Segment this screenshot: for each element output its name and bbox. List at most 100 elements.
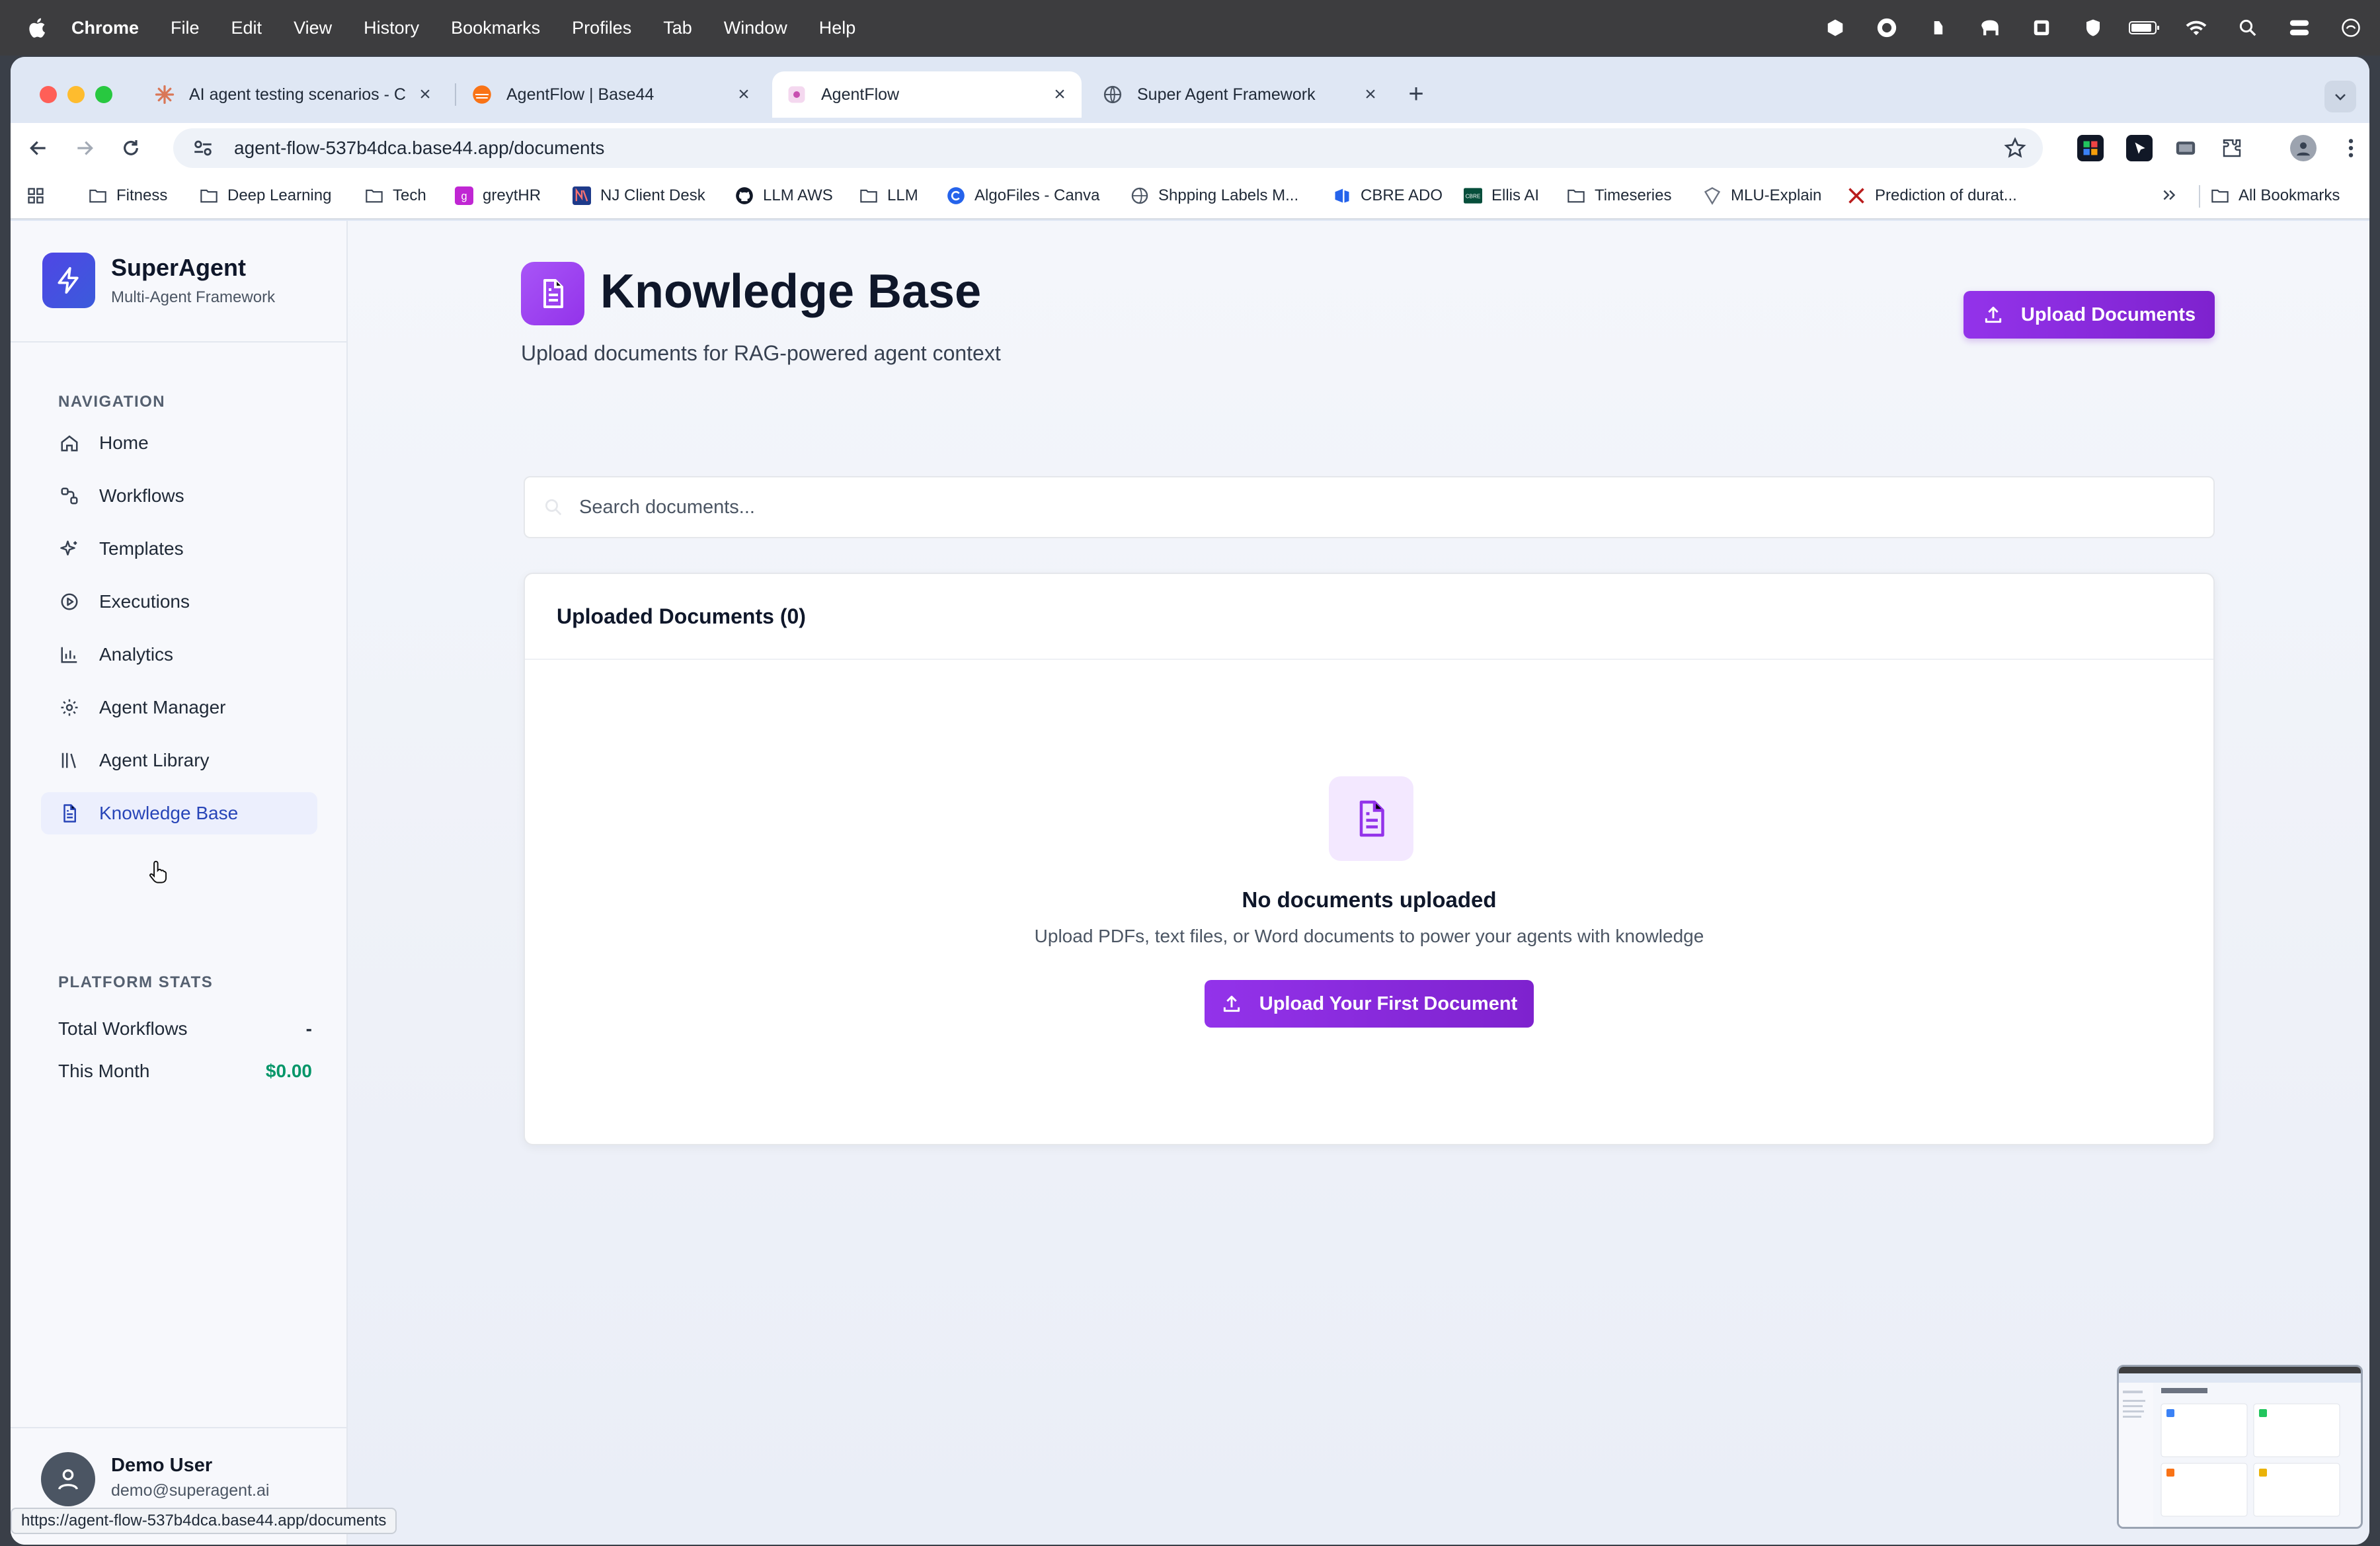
main-content: Knowledge Base Upload documents for RAG-… (348, 221, 2369, 1545)
reload-button[interactable] (116, 134, 145, 163)
svg-text:g: g (461, 190, 467, 202)
sidebar-item-templates[interactable]: Templates (41, 528, 317, 570)
sidebar-item-executions[interactable]: Executions (41, 581, 317, 623)
bookmark-prediction[interactable]: Prediction of durat... (1847, 186, 2017, 205)
sidebar-item-agent-library[interactable]: Agent Library (41, 739, 317, 782)
bookmark-cbre-ado[interactable]: CBRE ADO (1333, 186, 1443, 205)
bookmark-timeseries[interactable]: Timeseries (1567, 186, 1671, 205)
bookmark-label: Tech (393, 186, 426, 204)
menu-help[interactable]: Help (819, 18, 856, 38)
bookmark-llm-aws[interactable]: LLM AWS (735, 186, 833, 205)
office-icon[interactable] (2026, 12, 2057, 44)
azure-devops-icon (1333, 186, 1351, 205)
menu-view[interactable]: View (294, 18, 332, 38)
shield-icon[interactable] (2077, 12, 2109, 44)
extensions-puzzle-icon[interactable] (2219, 135, 2245, 161)
bookmark-algofiles-canva[interactable]: AlgoFiles - Canva (947, 186, 1099, 205)
close-window-button[interactable] (40, 86, 57, 103)
siri-icon[interactable] (2335, 12, 2367, 44)
site-settings-icon[interactable] (192, 137, 214, 159)
card-header: Uploaded Documents (0) (525, 574, 2213, 660)
apps-grid-icon[interactable] (26, 186, 45, 205)
profile-avatar[interactable] (2290, 135, 2317, 161)
svg-text:CBRE: CBRE (1466, 194, 1481, 200)
globe-icon (1103, 85, 1122, 104)
accessibility-icon[interactable] (1923, 12, 1954, 44)
bookmark-ellis-ai[interactable]: CBRE Ellis AI (1464, 186, 1539, 205)
menu-bookmarks[interactable]: Bookmarks (451, 18, 540, 38)
upload-first-document-button[interactable]: Upload Your First Document (1205, 980, 1534, 1028)
bookmark-llm[interactable]: LLM (859, 186, 918, 205)
elephant-icon[interactable] (1974, 12, 2006, 44)
minimize-window-button[interactable] (67, 86, 85, 103)
folder-icon (200, 186, 218, 205)
menu-file[interactable]: File (171, 18, 200, 38)
bookmark-label: Timeseries (1595, 186, 1672, 204)
apple-icon[interactable] (26, 17, 46, 39)
search-icon (545, 499, 562, 516)
upload-documents-button[interactable]: Upload Documents (1964, 291, 2215, 339)
github-icon (735, 186, 754, 205)
brand[interactable]: SuperAgent Multi-Agent Framework (42, 253, 275, 308)
wifi-icon[interactable] (2180, 12, 2212, 44)
tab-search-button[interactable] (2324, 81, 2356, 112)
bookmarks-overflow-button[interactable] (2161, 186, 2178, 204)
close-tab-icon[interactable]: × (1052, 85, 1067, 104)
chevrons-right-icon (2163, 190, 2176, 200)
new-tab-button[interactable]: + (1402, 81, 1431, 110)
bookmark-star-icon[interactable] (2003, 136, 2027, 160)
control-center-icon[interactable] (2283, 12, 2315, 44)
address-bar[interactable]: agent-flow-537b4dca.base44.app/documents (173, 128, 2043, 168)
bookmark-label: Prediction of durat... (1875, 186, 2017, 204)
tab-ai-agent-testing[interactable]: AI agent testing scenarios - C × (140, 71, 447, 118)
back-button[interactable] (24, 134, 53, 163)
close-tab-icon[interactable]: × (418, 85, 432, 104)
tab-super-agent-framework[interactable]: Super Agent Framework × (1088, 71, 1392, 118)
home-icon (58, 432, 81, 454)
stat-label: Total Workflows (58, 1018, 188, 1039)
sidebar-item-analytics[interactable]: Analytics (41, 633, 317, 676)
menu-history[interactable]: History (364, 18, 419, 38)
box-icon[interactable] (1819, 12, 1851, 44)
bookmark-label: Ellis AI (1491, 186, 1540, 204)
sidebar-item-home[interactable]: Home (41, 422, 317, 464)
agentflow-icon (788, 86, 805, 103)
stat-total-workflows: Total Workflows - (58, 1018, 312, 1039)
sidebar-item-agent-manager[interactable]: Agent Manager (41, 686, 317, 729)
spotlight-search-icon[interactable] (2232, 12, 2264, 44)
folder-icon (859, 186, 878, 205)
battery-icon[interactable] (2129, 12, 2161, 44)
forward-button[interactable] (70, 134, 99, 163)
search-box (524, 476, 2215, 538)
zoom-window-button[interactable] (95, 86, 112, 103)
bookmark-nj-client-desk[interactable]: NJ Client Desk (573, 186, 705, 205)
close-tab-icon[interactable]: × (1363, 85, 1378, 104)
bookmark-mlu-explain[interactable]: MLU-Explain (1703, 186, 1821, 205)
menu-edit[interactable]: Edit (231, 18, 262, 38)
tab-title: Super Agent Framework (1137, 85, 1316, 104)
browser-menu-button[interactable] (2338, 135, 2364, 161)
bookmark-deep-learning[interactable]: Deep Learning (200, 186, 331, 205)
menu-tab[interactable]: Tab (663, 18, 692, 38)
menu-profiles[interactable]: Profiles (572, 18, 631, 38)
screenshot-thumbnail[interactable] (2117, 1365, 2363, 1529)
tab-agentflow[interactable]: AgentFlow × (772, 71, 1082, 118)
all-bookmarks[interactable]: All Bookmarks (2211, 186, 2340, 205)
sidebar-item-workflows[interactable]: Workflows (41, 475, 317, 517)
menu-chrome[interactable]: Chrome (71, 18, 139, 38)
close-tab-icon[interactable]: × (736, 85, 751, 104)
bookmark-shipping-labels[interactable]: Shpping Labels M... (1130, 186, 1298, 205)
grammarly-icon[interactable] (1871, 12, 1903, 44)
sidebar-item-knowledge-base[interactable]: Knowledge Base (41, 792, 317, 834)
tab-agentflow-base44[interactable]: AgentFlow | Base44 × (457, 71, 766, 118)
bookmark-tech[interactable]: Tech (365, 186, 426, 205)
extension-icon[interactable] (2077, 135, 2104, 161)
bar-chart-icon (58, 643, 81, 666)
search-input[interactable] (579, 496, 2166, 518)
bookmark-greythr[interactable]: g greytHR (455, 186, 541, 205)
user-icon (58, 1469, 78, 1490)
menu-window[interactable]: Window (724, 18, 787, 38)
media-extension-icon[interactable] (2172, 135, 2199, 161)
bookmark-fitness[interactable]: Fitness (89, 186, 167, 205)
cursor-extension-icon[interactable] (2126, 135, 2153, 161)
